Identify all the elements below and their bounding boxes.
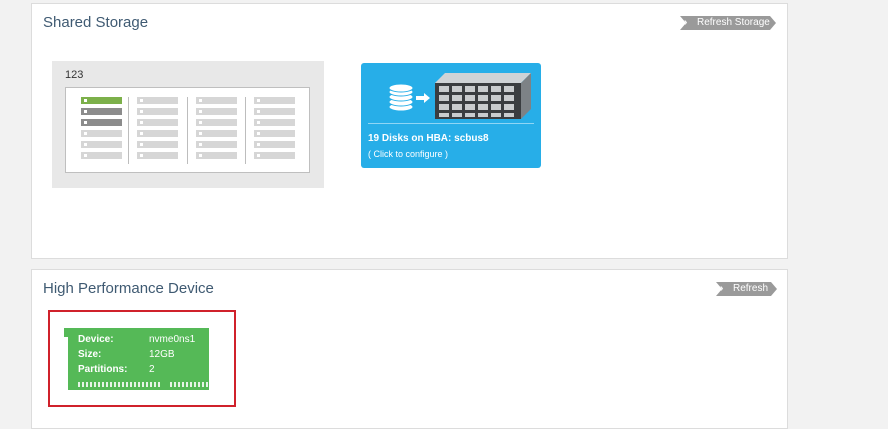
- size-value: 12GB: [149, 349, 175, 360]
- pool-column: [196, 97, 237, 163]
- disk-slot: [196, 119, 237, 126]
- storage-pool[interactable]: 123: [52, 61, 324, 188]
- device-value: nvme0ns1: [149, 334, 196, 345]
- refresh-storage-button[interactable]: › Refresh Storage: [680, 16, 776, 30]
- shared-storage-panel: Shared Storage › Refresh Storage 123 19 …: [31, 3, 788, 259]
- refresh-storage-label: Refresh Storage: [697, 17, 770, 28]
- disk-slot: [81, 141, 122, 148]
- partitions-label: Partitions:: [78, 364, 128, 375]
- disk-slot: [254, 141, 295, 148]
- disk-slot: [254, 119, 295, 126]
- disk-slot: [137, 130, 178, 137]
- pool-column: [137, 97, 178, 163]
- disk-slot: [81, 97, 122, 104]
- disk-slot: [137, 152, 178, 159]
- disk-slot: [196, 152, 237, 159]
- pool-disk-layout: [65, 87, 310, 173]
- disk-slot: [81, 152, 122, 159]
- arrow-right-icon: [416, 93, 430, 103]
- disk-slot: [254, 97, 295, 104]
- disk-slot: [196, 108, 237, 115]
- disk-slot: [137, 97, 178, 104]
- hba-disk-count: 19 Disks on HBA: scbus8: [368, 133, 489, 144]
- selected-device-highlight: Device: nvme0ns1 Size: 12GB Partitions: …: [48, 310, 236, 407]
- refresh-button[interactable]: › Refresh: [716, 282, 777, 296]
- pool-name: 123: [65, 69, 84, 81]
- hba-configure-hint: ( Click to configure ): [368, 149, 449, 159]
- disk-slot: [137, 108, 178, 115]
- disk-slot: [196, 97, 237, 104]
- connector-pins: [78, 382, 208, 387]
- disk-slot: [254, 152, 295, 159]
- pool-column: [254, 97, 295, 163]
- pool-column-divider: [128, 97, 129, 164]
- disk-slot: [81, 119, 122, 126]
- disk-slot: [196, 141, 237, 148]
- chevron-right-icon: ›: [720, 283, 724, 294]
- device-label: Device:: [78, 334, 114, 345]
- partitions-value: 2: [149, 364, 155, 375]
- high-performance-title: High Performance Device: [43, 280, 214, 297]
- size-label: Size:: [78, 349, 102, 360]
- nvme-device-card[interactable]: Device: nvme0ns1 Size: 12GB Partitions: …: [64, 328, 209, 390]
- refresh-label: Refresh: [733, 283, 769, 294]
- pool-column: [81, 97, 122, 163]
- hba-configure-tile[interactable]: 19 Disks on HBA: scbus8 ( Click to confi…: [361, 63, 541, 168]
- disk-slot: [81, 130, 122, 137]
- disk-enclosure-icon: [435, 73, 531, 119]
- disk-slot: [137, 119, 178, 126]
- disk-slot: [137, 141, 178, 148]
- pool-column-divider: [187, 97, 188, 164]
- high-performance-panel: High Performance Device › Refresh Device…: [31, 269, 788, 429]
- shared-storage-title: Shared Storage: [43, 14, 149, 31]
- disk-slot: [196, 130, 237, 137]
- disk-slot: [81, 108, 122, 115]
- disk-slot: [254, 130, 295, 137]
- hba-divider: [368, 123, 534, 124]
- pool-column-divider: [245, 97, 246, 164]
- chevron-right-icon: ›: [684, 17, 688, 28]
- disk-stack-icon: [388, 83, 414, 112]
- card-notch: [64, 328, 70, 337]
- disk-slot: [254, 108, 295, 115]
